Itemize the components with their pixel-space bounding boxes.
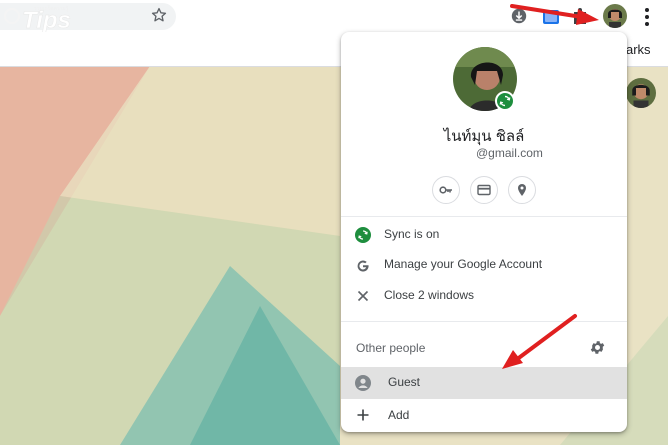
sync-status-item[interactable]: Sync is on	[341, 220, 627, 250]
other-people-heading: Other people	[356, 341, 426, 355]
manage-account-label: Manage your Google Account	[384, 257, 543, 271]
tips-logo: Tips รวมเกร็ดความรู้	[4, 2, 74, 34]
extensions-puzzle-icon[interactable]	[572, 7, 588, 25]
close-icon	[357, 290, 369, 302]
manage-account-item[interactable]: Manage your Google Account	[341, 250, 627, 280]
add-profile-item[interactable]: Add	[341, 399, 627, 431]
close-windows-item[interactable]: Close 2 windows	[341, 281, 627, 311]
sync-status-badge	[495, 91, 515, 111]
profile-name: ไนท์มุน ชิลล์	[443, 128, 525, 145]
chrome-menu-icon[interactable]	[644, 7, 650, 27]
divider	[341, 321, 627, 322]
extension-icon[interactable]	[543, 10, 559, 24]
profile-email: @gmail.com	[476, 146, 543, 160]
plus-icon	[357, 409, 369, 421]
guest-profile-item[interactable]: Guest	[341, 367, 627, 399]
gear-icon[interactable]	[589, 339, 606, 356]
guest-avatar-icon	[355, 375, 371, 391]
add-label: Add	[388, 408, 410, 422]
bookmark-star-icon[interactable]	[150, 6, 168, 24]
close-windows-label: Close 2 windows	[384, 288, 475, 302]
sync-status-label: Sync is on	[384, 227, 440, 241]
payment-methods-button[interactable]	[470, 176, 498, 204]
guest-label: Guest	[388, 375, 421, 389]
bookmarks-label[interactable]: arks	[626, 42, 651, 57]
browser-toolbar: Tips รวมเกร็ดความรู้	[0, 0, 668, 36]
divider	[341, 216, 627, 217]
addresses-button[interactable]	[508, 176, 536, 204]
download-icon[interactable]	[510, 7, 528, 25]
location-pin-icon	[518, 184, 526, 196]
google-g-icon	[357, 260, 369, 272]
svg-text:รวมเกร็ดความรู้: รวมเกร็ดความรู้	[34, 4, 69, 12]
profile-avatar-button[interactable]	[603, 4, 627, 28]
profile-menu: ไนท์มุน ชิลล์ @gmail.com Sync is on Mana…	[341, 32, 627, 432]
key-icon	[439, 186, 452, 194]
passwords-button[interactable]	[432, 176, 460, 204]
page-profile-avatar[interactable]	[626, 78, 656, 108]
sync-icon	[355, 227, 371, 243]
credit-card-icon	[477, 184, 491, 196]
